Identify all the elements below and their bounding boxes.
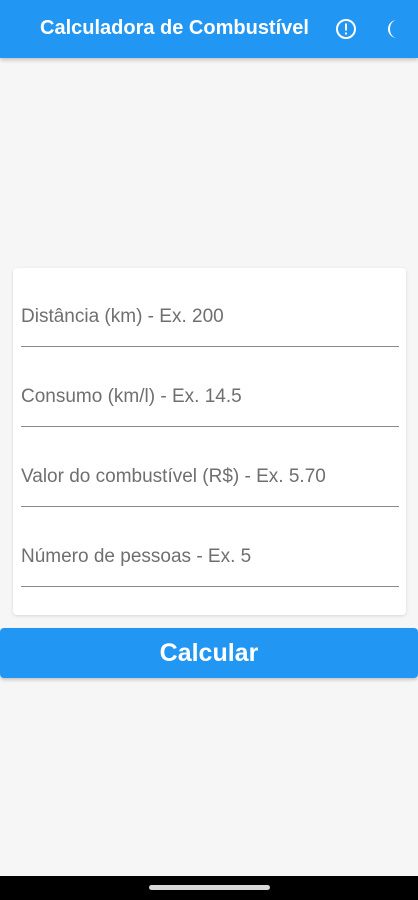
consumption-field: [21, 356, 399, 427]
people-count-field: [21, 516, 399, 587]
input-card: [13, 268, 406, 615]
calculate-button[interactable]: Calcular: [0, 628, 418, 678]
info-outline-icon: [336, 19, 356, 39]
fuel-price-input[interactable]: [21, 436, 399, 506]
consumption-input[interactable]: [21, 356, 399, 426]
app-bar: Calculadora de Combustível: [0, 0, 418, 58]
app-title: Calculadora de Combustível: [40, 17, 309, 39]
theme-toggle-button[interactable]: [380, 14, 410, 44]
gesture-handle[interactable]: [149, 885, 270, 890]
info-button[interactable]: [331, 14, 361, 44]
system-navigation-bar: [0, 876, 418, 900]
fuel-price-field: [21, 436, 399, 507]
people-count-input[interactable]: [21, 516, 399, 586]
moon-icon: [388, 20, 397, 38]
distance-field: [21, 276, 399, 347]
distance-input[interactable]: [21, 276, 399, 346]
